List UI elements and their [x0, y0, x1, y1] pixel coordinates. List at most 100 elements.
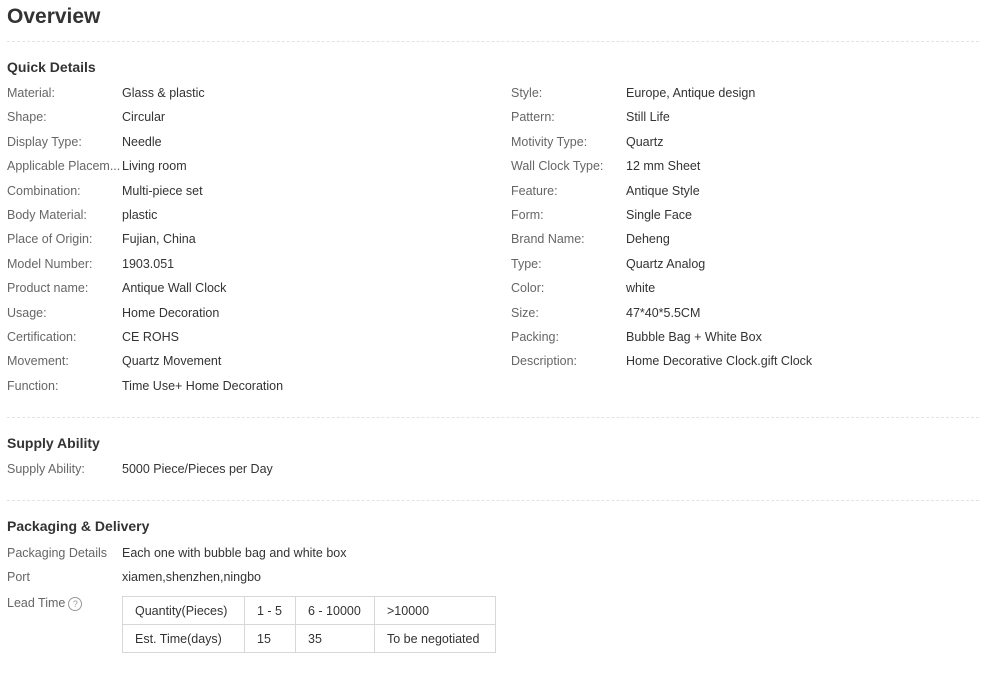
lead-time-cell: >10000 [374, 596, 496, 625]
port-label: Port [7, 570, 30, 584]
detail-label: Certification: [7, 329, 77, 344]
lead-time-row-header: Est. Time(days) [122, 624, 245, 653]
divider [7, 41, 979, 42]
detail-row: Motivity Type: Quartz [511, 134, 971, 158]
quick-details-left-column: Material: Glass & plastic Shape: Circular Di… [7, 85, 507, 402]
lead-time-cell: 1 - 5 [244, 596, 296, 625]
detail-label: Color: [511, 281, 545, 296]
detail-label: Material: [7, 86, 55, 100]
detail-label: Usage: [7, 305, 47, 320]
detail-label: Motivity Type: [511, 134, 588, 149]
detail-row: Usage: Home Decoration [7, 305, 507, 329]
detail-value: Europe, Antique design [626, 86, 756, 100]
detail-value: 47*40*5.5CM [626, 305, 701, 320]
page-title: Overview [7, 5, 101, 28]
packaging-details-row: Packaging Details Each one with bubble ba… [7, 545, 346, 562]
detail-label: Shape: [7, 110, 47, 125]
detail-value: Deheng [626, 232, 670, 247]
detail-row: Type: Quartz Analog [511, 256, 971, 280]
detail-row: Body Material: plastic [7, 207, 507, 231]
detail-value: Quartz Analog [626, 256, 706, 271]
detail-value: plastic [122, 207, 158, 222]
detail-value: Antique Wall Clock [122, 281, 227, 296]
detail-label: Brand Name: [511, 232, 585, 247]
detail-value: 1903.051 [122, 256, 175, 271]
detail-label: Function: [7, 378, 59, 393]
detail-row: Place of Origin: Fujian, China [7, 231, 507, 255]
detail-label: Type: [511, 256, 542, 271]
detail-row: Form: Single Face [511, 207, 971, 231]
detail-row: Wall Clock Type: 12 mm Sheet [511, 158, 971, 182]
supply-ability-title: Supply Ability [7, 435, 100, 451]
detail-value: Circular [122, 110, 166, 125]
detail-value: Time Use+ Home Decoration [122, 378, 284, 393]
detail-label: Model Number: [7, 256, 93, 271]
detail-row: Style: Europe, Antique design [511, 85, 971, 109]
supply-ability-row: Supply Ability: 5000 Piece/Pieces per Day [7, 461, 273, 478]
detail-row: Color: white [511, 280, 971, 304]
detail-label: Applicable Placem... [7, 159, 121, 174]
detail-label: Description: [511, 354, 577, 369]
detail-value: Single Face [626, 207, 693, 222]
quick-details-title: Quick Details [7, 59, 96, 75]
detail-value: white [626, 281, 656, 296]
detail-label: Body Material: [7, 207, 87, 222]
quick-details-right-column: Style: Europe, Antique design Pattern: Stil… [511, 85, 971, 378]
packaging-details-value: Each one with bubble bag and white box [122, 546, 347, 560]
detail-row: Product name: Antique Wall Clock [7, 280, 507, 304]
detail-value: Multi-piece set [122, 183, 203, 198]
detail-row: Shape: Circular [7, 109, 507, 133]
detail-value: Glass & plastic [122, 86, 205, 100]
lead-time-row: Lead Time? [7, 595, 83, 612]
question-circle-icon[interactable]: ? [68, 597, 83, 611]
detail-value: Bubble Bag + White Box [626, 329, 762, 344]
lead-time-table-row: Quantity(Pieces) 1 - 56 - 10000 >10000 [122, 596, 496, 625]
detail-label: Form: [511, 207, 544, 222]
detail-label: Pattern: [511, 110, 555, 125]
detail-row: Display Type: Needle [7, 134, 507, 158]
detail-label: Display Type: [7, 134, 82, 149]
detail-row: Combination: Multi-piece set [7, 183, 507, 207]
detail-row: Material: Glass & plastic [7, 85, 507, 109]
detail-label: Wall Clock Type: [511, 159, 604, 174]
detail-label: Size: [511, 305, 539, 320]
lead-time-row-header: Quantity(Pieces) [122, 596, 245, 625]
detail-value: Fujian, China [122, 232, 196, 247]
divider [7, 417, 979, 418]
supply-ability-label: Supply Ability: [7, 462, 85, 476]
detail-row: Brand Name: Deheng [511, 231, 971, 255]
detail-value: Home Decorative Clock.gift Clock [626, 354, 813, 369]
packaging-delivery-title: Packaging & Delivery [7, 518, 150, 534]
lead-time-cell: To be negotiated [374, 624, 496, 653]
detail-row: Movement: Quartz Movement [7, 353, 507, 377]
detail-row: Applicable Placem... Living room [7, 158, 507, 182]
detail-value: Quartz Movement [122, 354, 222, 369]
detail-value: Living room [122, 159, 187, 174]
detail-value: Needle [122, 134, 162, 149]
detail-label: Packing: [511, 329, 559, 344]
packaging-details-label: Packaging Details [7, 546, 108, 560]
detail-row: Size: 47*40*5.5CM [511, 305, 971, 329]
detail-row: Packing: Bubble Bag + White Box [511, 329, 971, 353]
lead-time-cell: 6 - 10000 [295, 596, 375, 625]
lead-time-label: Lead Time [7, 596, 66, 610]
detail-value: Quartz [626, 134, 664, 149]
port-value: xiamen,shenzhen,ningbo [122, 570, 261, 584]
lead-time-cell: 35 [295, 624, 375, 653]
detail-row: Model Number: 1903.051 [7, 256, 507, 280]
detail-row: Certification: CE ROHS [7, 329, 507, 353]
detail-row: Function: Time Use+ Home Decoration [7, 378, 507, 402]
port-row: Port xiamen,shenzhen,ningbo [7, 569, 261, 586]
divider [7, 500, 979, 501]
detail-label: Place of Origin: [7, 232, 93, 247]
lead-time-table-row: Est. Time(days) 15 35 To be negotiated [122, 624, 496, 653]
lead-time-cell: 15 [244, 624, 296, 653]
detail-label: Movement: [7, 354, 69, 369]
detail-label: Feature: [511, 183, 558, 198]
detail-label: Style: [511, 86, 543, 100]
detail-row: Pattern: Still Life [511, 109, 971, 133]
detail-label: Product name: [7, 281, 89, 296]
detail-value: 12 mm Sheet [626, 159, 701, 174]
detail-value: Home Decoration [122, 305, 220, 320]
detail-row: Feature: Antique Style [511, 183, 971, 207]
